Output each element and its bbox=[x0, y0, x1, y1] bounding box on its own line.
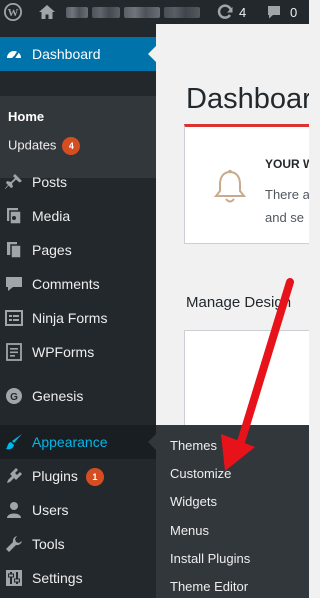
notice-text: and se bbox=[265, 210, 305, 225]
svg-text:G: G bbox=[10, 392, 18, 403]
comment-icon bbox=[4, 274, 24, 294]
appearance-flyout-menu: Themes Customize Widgets Menus Install P… bbox=[156, 425, 309, 598]
flyout-item-theme-editor[interactable]: Theme Editor bbox=[170, 579, 248, 594]
main-content: Dashboard YOUR W There a and se Manage D… bbox=[156, 24, 309, 425]
menu-label: WPForms bbox=[32, 344, 95, 360]
flyout-item-menus[interactable]: Menus bbox=[170, 523, 209, 538]
comments-link[interactable]: 0 bbox=[266, 0, 297, 24]
wordpress-logo-icon[interactable]: W bbox=[4, 0, 22, 24]
menu-label: Ninja Forms bbox=[32, 310, 108, 326]
menu-label: Tools bbox=[32, 536, 65, 552]
flyout-indicator bbox=[148, 434, 156, 450]
submenu-item-updates[interactable]: Updates 4 bbox=[8, 137, 81, 155]
page-title: Dashboard bbox=[186, 83, 309, 116]
menu-item-pages[interactable]: Pages bbox=[0, 233, 156, 267]
pages-icon bbox=[4, 240, 24, 260]
menu-label: Pages bbox=[32, 242, 72, 258]
home-icon[interactable] bbox=[38, 0, 56, 24]
blurred-site-name bbox=[92, 7, 120, 18]
media-icon bbox=[4, 206, 24, 226]
wpforms-icon bbox=[4, 342, 24, 362]
menu-item-ninja-forms[interactable]: Ninja Forms bbox=[0, 301, 156, 335]
dashboard-icon bbox=[4, 44, 24, 64]
plugin-icon bbox=[4, 466, 24, 486]
menu-label: Plugins 1 bbox=[32, 468, 104, 487]
comment-icon bbox=[268, 6, 280, 19]
flyout-item-install-plugins[interactable]: Install Plugins bbox=[170, 551, 250, 566]
flyout-item-widgets[interactable]: Widgets bbox=[170, 494, 217, 509]
menu-item-users[interactable]: Users bbox=[0, 493, 156, 527]
plugins-label: Plugins bbox=[32, 468, 78, 484]
updates-badge: 4 bbox=[62, 137, 81, 155]
svg-text:W: W bbox=[8, 7, 19, 19]
menu-item-plugins[interactable]: Plugins 1 bbox=[0, 459, 156, 493]
current-indicator bbox=[148, 46, 156, 62]
notice-title: YOUR W bbox=[265, 157, 309, 171]
section-heading: Manage Design bbox=[186, 294, 292, 311]
comments-count: 0 bbox=[290, 4, 298, 20]
refresh-icon bbox=[217, 4, 233, 19]
notice-box: YOUR W There a and se bbox=[184, 124, 309, 244]
menu-item-genesis[interactable]: G Genesis bbox=[0, 379, 156, 413]
menu-item-wpforms[interactable]: WPForms bbox=[0, 335, 156, 369]
menu-item-media[interactable]: Media bbox=[0, 199, 156, 233]
updates-count: 4 bbox=[239, 4, 247, 20]
submenu-item-home[interactable]: Home bbox=[8, 109, 44, 124]
user-icon bbox=[4, 500, 24, 520]
menu-label: Comments bbox=[32, 276, 100, 292]
menu-label: Dashboard bbox=[32, 46, 101, 62]
menu-item-appearance[interactable]: Appearance bbox=[0, 425, 156, 459]
admin-menu: Dashboard Home Updates 4 Posts Media Page… bbox=[0, 24, 156, 598]
menu-label: Appearance bbox=[32, 434, 108, 450]
content-panel bbox=[184, 330, 309, 425]
flyout-item-themes[interactable]: Themes bbox=[170, 438, 217, 453]
genesis-icon: G bbox=[4, 386, 24, 406]
menu-label: Posts bbox=[32, 174, 68, 190]
menu-item-posts[interactable]: Posts bbox=[0, 165, 156, 199]
updates-link[interactable]: 4 bbox=[215, 0, 246, 24]
form-icon bbox=[4, 308, 24, 328]
menu-label: Settings bbox=[32, 570, 83, 586]
paintbrush-icon bbox=[4, 432, 24, 452]
menu-item-settings[interactable]: Settings bbox=[0, 561, 156, 595]
blurred-site-name bbox=[66, 7, 88, 18]
wrench-icon bbox=[4, 534, 24, 554]
notice-text: There a bbox=[265, 187, 309, 202]
pushpin-icon bbox=[4, 172, 24, 192]
menu-item-tools[interactable]: Tools bbox=[0, 527, 156, 561]
submenu-label: Updates bbox=[8, 137, 57, 153]
bell-icon bbox=[213, 169, 247, 210]
admin-bar: W 4 0 bbox=[0, 0, 309, 24]
menu-item-dashboard[interactable]: Dashboard bbox=[0, 37, 156, 71]
flyout-item-customize[interactable]: Customize bbox=[170, 466, 231, 481]
blurred-site-name bbox=[124, 7, 160, 18]
menu-label: Media bbox=[32, 208, 71, 224]
menu-item-comments[interactable]: Comments bbox=[0, 267, 156, 301]
blurred-site-name bbox=[164, 7, 200, 18]
settings-icon bbox=[4, 568, 24, 588]
plugins-badge: 1 bbox=[85, 468, 104, 487]
menu-label: Users bbox=[32, 502, 69, 518]
menu-label: Genesis bbox=[32, 388, 84, 404]
